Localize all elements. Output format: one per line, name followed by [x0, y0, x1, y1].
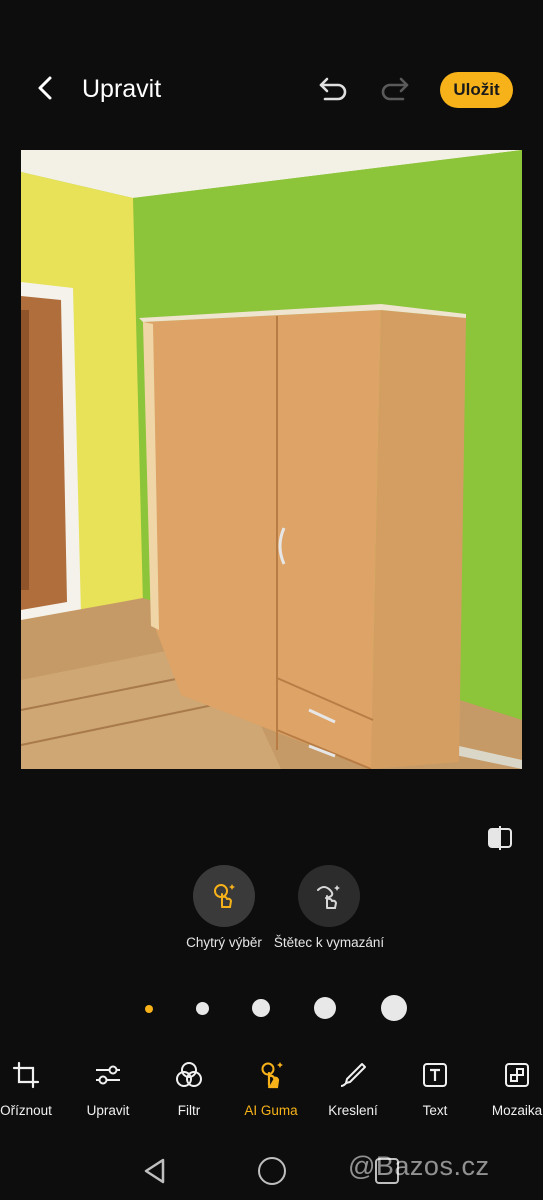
filter-icon: [176, 1062, 202, 1087]
brush-erase-tool[interactable]: Štětec k vymazání: [269, 865, 389, 951]
toolbar-draw-label: Kreslení: [328, 1103, 378, 1118]
toolbar-crop-label: Oříznout: [0, 1103, 52, 1118]
mosaic-icon: [505, 1063, 529, 1087]
toolbar-mosaic-label: Mozaika: [491, 1103, 543, 1118]
undo-button[interactable]: [316, 74, 350, 104]
brush-size-2[interactable]: [196, 1002, 209, 1015]
sliders-icon: [96, 1065, 120, 1085]
brush-erase-icon: [317, 885, 340, 909]
brush-size-3[interactable]: [252, 999, 270, 1017]
wardrobe-photo: [21, 150, 522, 769]
toolbar-crop[interactable]: Oříznout: [0, 1060, 66, 1118]
toolbar-draw[interactable]: Kreslení: [313, 1060, 393, 1118]
system-back-icon[interactable]: [141, 1156, 169, 1186]
watermark: @Bazos.cz: [348, 1151, 490, 1181]
top-bar: Upravit Uložit: [0, 60, 543, 120]
toolbar-filter[interactable]: Filtr: [149, 1060, 229, 1118]
save-button[interactable]: Uložit: [440, 72, 513, 108]
crop-icon: [12, 1061, 40, 1089]
compare-icon: [488, 826, 512, 850]
ai-eraser-icon: [261, 1062, 283, 1089]
smart-select-tool[interactable]: Chytrý výběr: [164, 865, 284, 951]
toolbar-mosaic[interactable]: Mozaika: [477, 1060, 543, 1118]
brush-erase-label: Štětec k vymazání: [273, 935, 385, 950]
undo-icon: [319, 77, 347, 101]
smart-select-button[interactable]: [193, 865, 255, 927]
toolbar-text-label: Text: [422, 1103, 448, 1118]
pen-icon: [340, 1063, 366, 1087]
smart-select-icon: [214, 884, 235, 908]
compare-button[interactable]: [486, 824, 514, 852]
smart-select-label: Chytrý výběr: [186, 935, 262, 950]
redo-button[interactable]: [378, 74, 412, 104]
toolbar-text[interactable]: Text: [395, 1060, 475, 1118]
system-home-icon[interactable]: [258, 1157, 286, 1185]
brush-size-4[interactable]: [314, 997, 336, 1019]
brush-erase-button[interactable]: [298, 865, 360, 927]
toolbar-adjust-label: Upravit: [86, 1103, 130, 1118]
text-icon: [423, 1063, 447, 1087]
toolbar-ai-eraser[interactable]: AI Guma: [231, 1060, 311, 1118]
brush-size-1[interactable]: [145, 1005, 153, 1013]
toolbar-ai-eraser-label: AI Guma: [244, 1103, 298, 1118]
photo-canvas[interactable]: [21, 150, 522, 769]
chevron-left-icon: [38, 76, 52, 100]
back-button[interactable]: [30, 72, 62, 104]
brush-size-5[interactable]: [381, 995, 407, 1021]
redo-icon: [381, 77, 409, 101]
toolbar-filter-label: Filtr: [177, 1103, 201, 1118]
toolbar-adjust[interactable]: Upravit: [68, 1060, 148, 1118]
page-title: Upravit: [82, 75, 162, 103]
